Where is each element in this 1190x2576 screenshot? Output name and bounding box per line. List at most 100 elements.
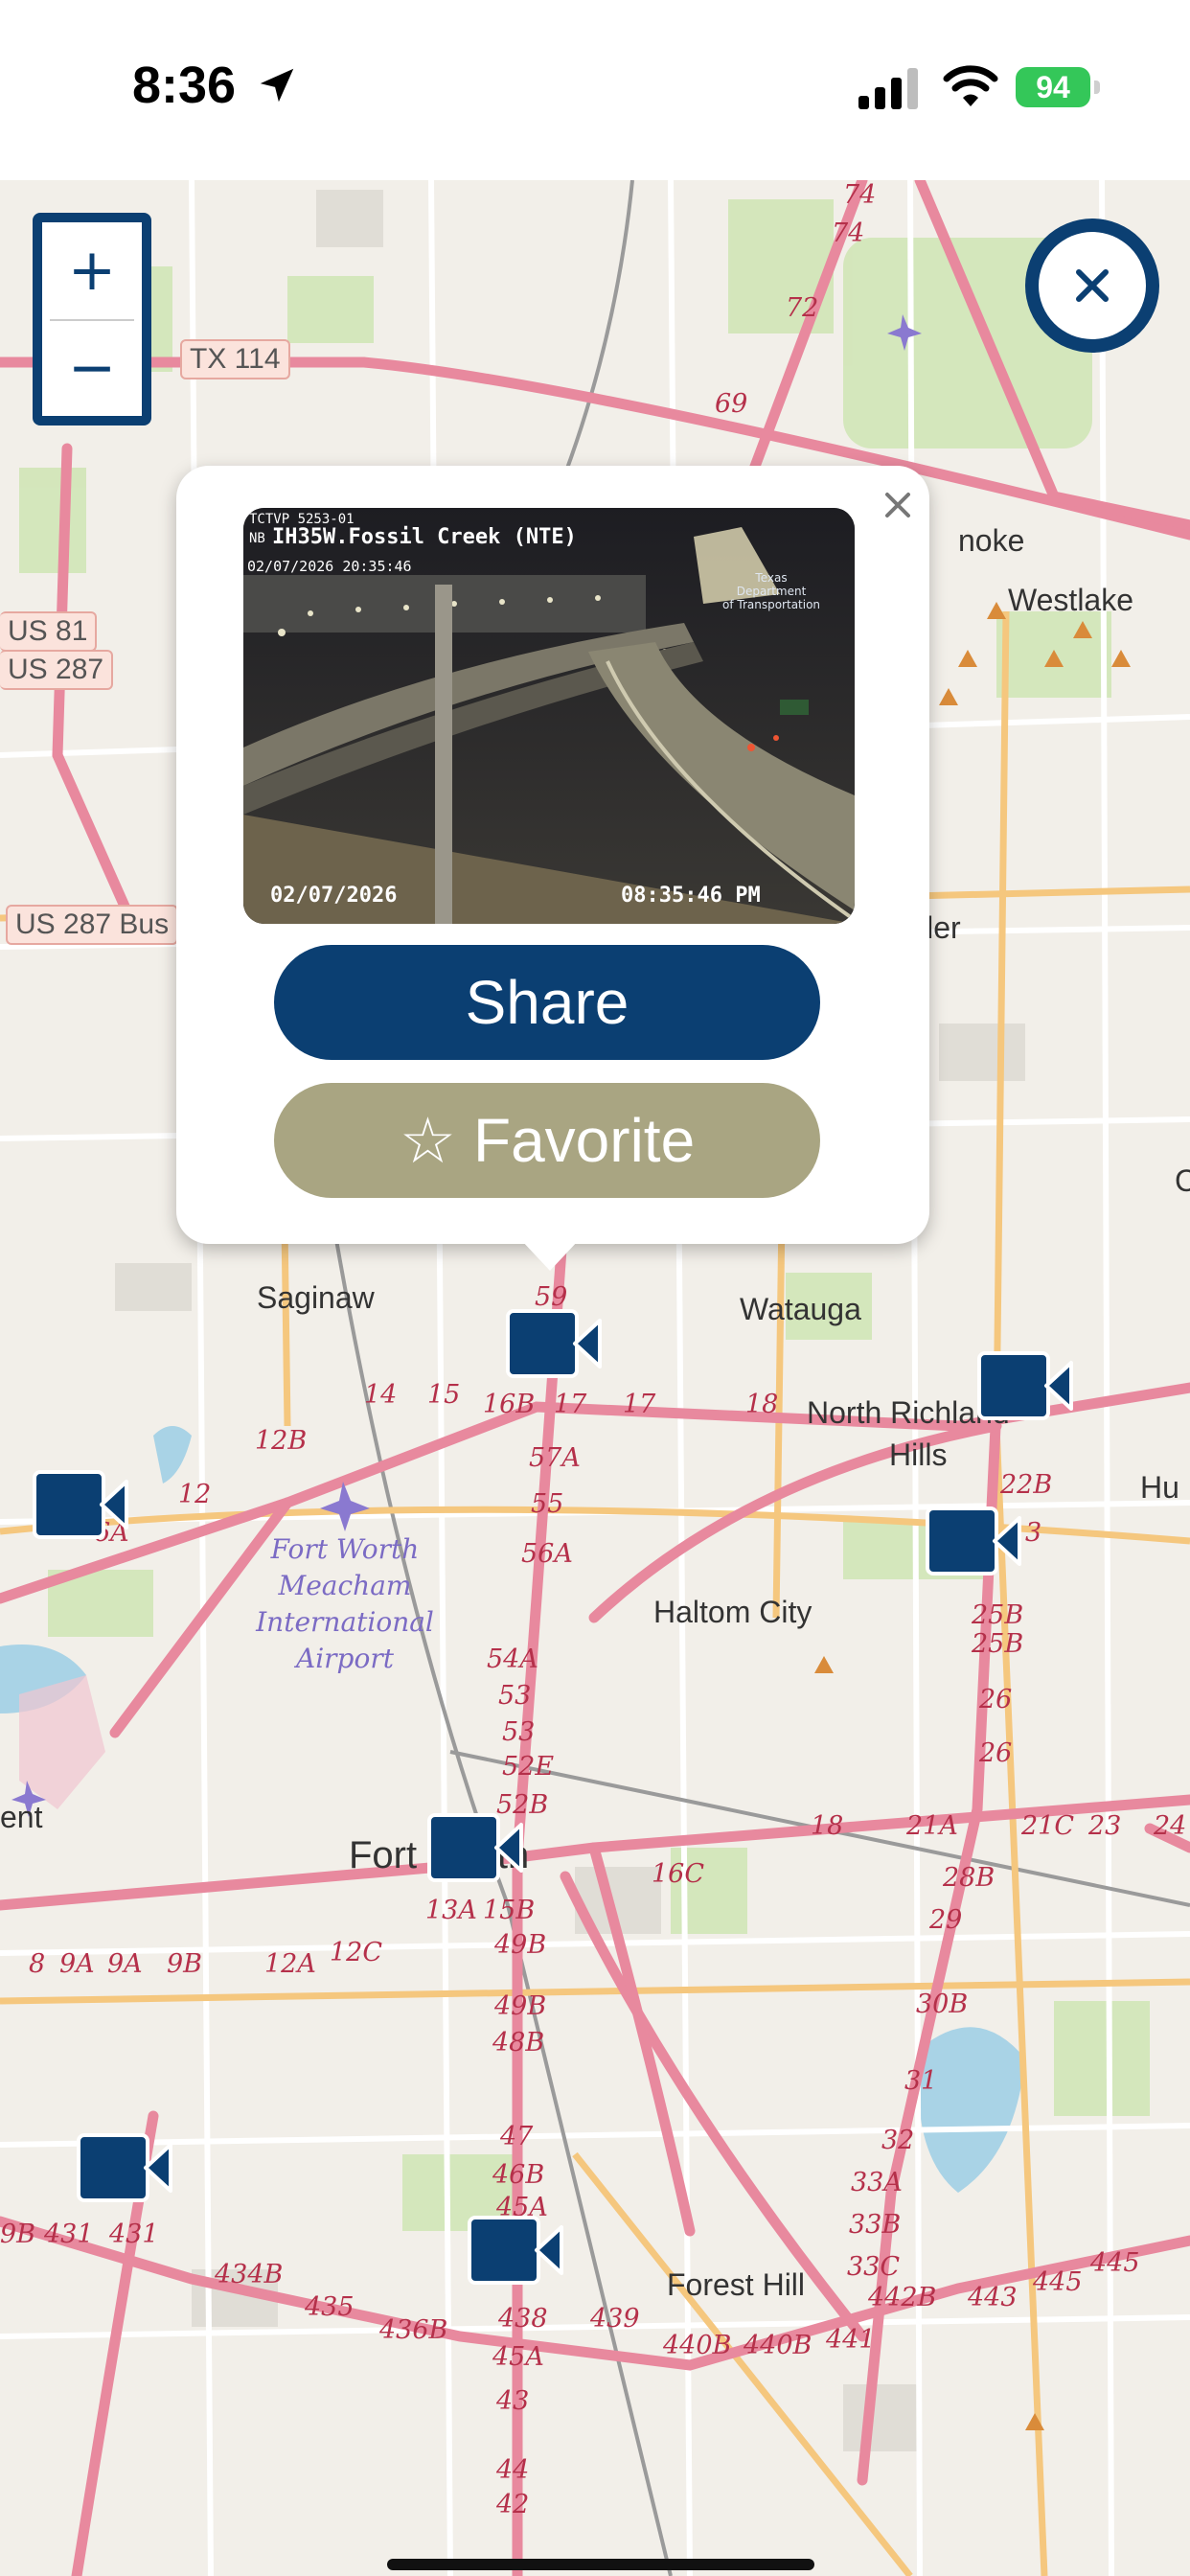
watermark-line: Department (736, 585, 807, 598)
exit-label: 440B (663, 2331, 732, 2360)
exit-label: 59 (535, 1282, 568, 1312)
place-label: Forest Hill (667, 2267, 806, 2302)
place-label: ent (0, 1800, 43, 1834)
exit-label: 3 (1025, 1518, 1042, 1548)
airport-label-line: Fort Worth (270, 1533, 420, 1565)
airport-label-line: Airport (296, 1643, 394, 1674)
exit-label: 13A (425, 1896, 477, 1925)
shield-us287-bus: US 287 Bus (6, 905, 179, 945)
exit-label: 22B (1000, 1470, 1053, 1500)
exit-label: 42 (496, 2490, 530, 2519)
zoom-out-button[interactable]: − (42, 320, 142, 416)
exit-label: 56A (521, 1539, 573, 1569)
exit-label: 12 (178, 1480, 212, 1509)
exit-label: 46B (492, 2160, 545, 2190)
exit-label: 21A (906, 1811, 958, 1841)
exit-label: 17 (554, 1390, 587, 1419)
exit-label: 18 (811, 1811, 844, 1841)
exit-label: 12C (330, 1938, 383, 1967)
video-camera-icon[interactable] (427, 1813, 525, 1882)
exit-label: 23 (1088, 1811, 1122, 1841)
exit-label: 439 (590, 2304, 640, 2334)
exit-label: 49B (494, 1930, 547, 1960)
exit-label: 438 (498, 2304, 548, 2334)
close-map-button[interactable] (1025, 218, 1159, 353)
airport-label-line: Meacham (278, 1570, 412, 1601)
exit-label: 442B (868, 2283, 937, 2312)
exit-label: 47 (500, 2122, 534, 2151)
shield-us287: US 287 (0, 650, 114, 690)
exit-label: 9B (167, 1949, 203, 1979)
battery-percent: 94 (1036, 70, 1070, 104)
exit-label: 9A (59, 1949, 95, 1979)
video-camera-icon[interactable] (977, 1351, 1075, 1420)
exit-label: 53 (498, 1681, 532, 1711)
exit-label: 440B (744, 2331, 812, 2360)
exit-label: 33A (851, 2168, 903, 2197)
exit-label: 54A (487, 1644, 538, 1674)
exit-label: 445 (1033, 2267, 1083, 2297)
place-label: noke (958, 523, 1025, 558)
exit-label: 74 (832, 218, 865, 248)
share-label: Share (465, 968, 629, 1037)
video-camera-icon[interactable] (506, 1309, 604, 1378)
exit-label: 69 (715, 389, 748, 419)
exit-label: 53 (502, 1717, 536, 1747)
exit-label: 28B (943, 1863, 995, 1893)
camera-popup: TCTVP 5253-01 NB IH35W.Fossil Creek (NTE… (176, 466, 929, 1244)
battery-indicator: 94 (1016, 67, 1102, 109)
exit-label: 15 (427, 1380, 461, 1410)
camera-date: 02/07/2026 (270, 884, 398, 908)
exit-label: 8 (29, 1949, 46, 1979)
exit-label: 44 (496, 2455, 530, 2485)
video-camera-icon[interactable] (926, 1506, 1023, 1576)
exit-label: 33C (847, 2252, 901, 2282)
exit-label: 33B (849, 2210, 902, 2240)
airport-label-line: International (256, 1606, 434, 1638)
camera-time: 08:35:46 PM (621, 884, 761, 908)
share-button[interactable]: Share (274, 945, 820, 1060)
exit-label: 9B (0, 2220, 36, 2249)
place-label: Saginaw (257, 1280, 375, 1315)
exit-label: 15B (483, 1896, 536, 1925)
star-outline-icon: ☆ (399, 1103, 456, 1178)
watermark-line: Texas (755, 571, 788, 585)
exit-label: 43 (496, 2386, 530, 2416)
location-arrow-icon (260, 68, 294, 103)
place-label: C (1175, 1163, 1190, 1198)
wifi-icon (943, 65, 998, 106)
exit-label: 16B (483, 1390, 536, 1419)
exit-label: 14 (364, 1380, 398, 1410)
exit-label: 18 (745, 1390, 779, 1419)
video-camera-icon[interactable] (468, 2216, 565, 2285)
exit-label: 16C (652, 1859, 705, 1889)
popup-close-icon[interactable] (874, 481, 922, 529)
cellular-signal-icon (858, 68, 918, 109)
status-bar: 8:36 94 (0, 0, 1190, 180)
place-label: Haltom City (653, 1595, 812, 1629)
exit-label: 436B (379, 2315, 448, 2345)
camera-overlay-line2: NB (249, 531, 265, 546)
battery-tip (1094, 80, 1100, 94)
home-indicator[interactable] (387, 2559, 814, 2570)
exit-label: 29 (929, 1905, 963, 1935)
place-label: Westlake (1008, 583, 1134, 617)
exit-label: 25B (972, 1629, 1024, 1659)
airport-label: Fort Worth Meacham International Airport (249, 1531, 441, 1677)
camera-snapshot[interactable]: TCTVP 5253-01 NB IH35W.Fossil Creek (NTE… (243, 508, 855, 924)
close-icon (1076, 269, 1109, 302)
exit-label: 12B (255, 1426, 308, 1456)
place-label: Hu (1140, 1470, 1179, 1505)
exit-label: 30B (916, 1990, 969, 2019)
exit-label: 12A (264, 1949, 316, 1979)
exit-label: 441 (826, 2325, 876, 2355)
txdot-watermark: Texas Department of Transportation (722, 571, 820, 611)
favorite-button[interactable]: ☆ Favorite (274, 1083, 820, 1198)
exit-label: 431 (109, 2220, 159, 2249)
exit-label: 48B (492, 2028, 545, 2058)
exit-label: 49B (494, 1991, 547, 2021)
zoom-in-button[interactable]: + (42, 222, 142, 318)
video-camera-icon[interactable] (77, 2133, 174, 2202)
exit-label: 9A (107, 1949, 143, 1979)
video-camera-icon[interactable] (33, 1470, 130, 1539)
